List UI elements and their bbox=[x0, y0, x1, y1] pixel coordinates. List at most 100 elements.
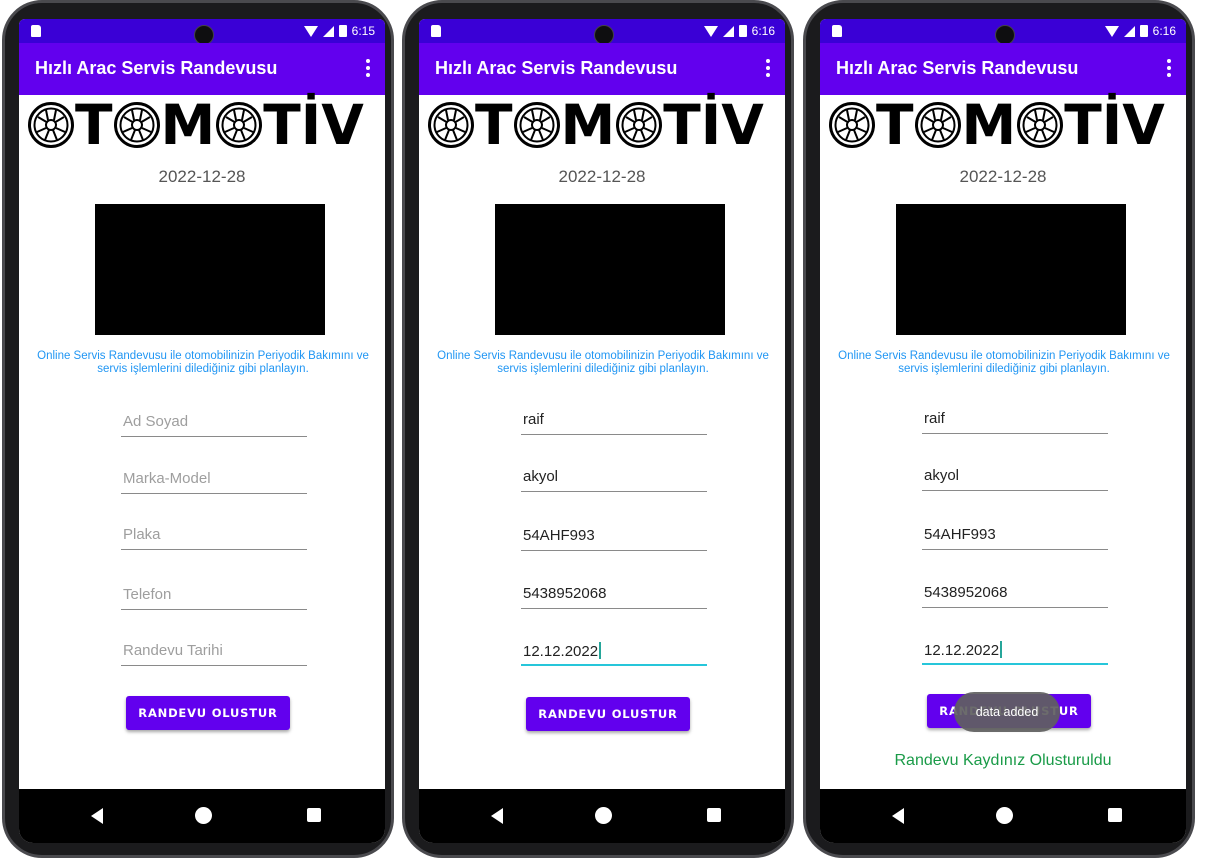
wheel-icon bbox=[28, 102, 74, 148]
navigation-bar bbox=[419, 789, 785, 843]
logo-letter: V bbox=[721, 93, 764, 157]
overflow-menu-icon[interactable] bbox=[365, 59, 371, 79]
logo-letter: M bbox=[961, 93, 1017, 157]
sd-card-icon bbox=[431, 25, 441, 37]
plate-input[interactable]: 54AHF993 bbox=[922, 522, 1108, 550]
appointment-date-input[interactable]: Randevu Tarihi bbox=[121, 638, 307, 666]
logo-letter: T bbox=[475, 93, 513, 157]
wheel-icon bbox=[1017, 102, 1064, 148]
name-input[interactable]: Ad Soyad bbox=[121, 409, 307, 437]
main-content: T M T İ V 2022-12-28 Online Servis Rande… bbox=[19, 95, 385, 789]
front-camera bbox=[194, 25, 214, 45]
create-appointment-button[interactable]: RANDEVU OLUSTUR bbox=[526, 697, 690, 731]
brand-model-input[interactable]: akyol bbox=[521, 464, 707, 492]
wifi-icon bbox=[1104, 25, 1119, 37]
toast-message: data added bbox=[954, 692, 1060, 732]
back-icon[interactable] bbox=[91, 808, 103, 824]
home-icon[interactable] bbox=[195, 807, 212, 824]
status-time: 6:16 bbox=[751, 24, 775, 38]
home-icon[interactable] bbox=[595, 807, 612, 824]
app-title: Hızlı Arac Servis Randevusu bbox=[35, 58, 278, 78]
description-text: Online Servis Randevusu ile otomobiliniz… bbox=[437, 350, 769, 375]
logo-letter: T bbox=[663, 93, 701, 157]
navigation-bar bbox=[19, 789, 385, 843]
recents-icon[interactable] bbox=[307, 808, 321, 822]
front-camera bbox=[995, 25, 1015, 45]
signal-icon bbox=[322, 25, 334, 37]
text-cursor bbox=[599, 642, 602, 659]
recents-icon[interactable] bbox=[1108, 808, 1122, 822]
name-input[interactable]: raif bbox=[922, 406, 1108, 434]
status-time: 6:15 bbox=[351, 24, 375, 38]
logo-letter: V bbox=[321, 93, 364, 157]
otomotiv-logo: T M T İ V bbox=[427, 93, 777, 157]
app-bar: Hızlı Arac Servis Randevusu bbox=[820, 43, 1186, 95]
phone-screen-2: 6:16 Hızlı Arac Servis Randevusu T M T İ… bbox=[419, 19, 785, 843]
app-bar: Hızlı Arac Servis Randevusu bbox=[19, 43, 385, 95]
current-date: 2022-12-28 bbox=[158, 167, 246, 186]
description-text: Online Servis Randevusu ile otomobiliniz… bbox=[37, 350, 369, 375]
appointment-date-input[interactable]: 12.12.2022 bbox=[922, 637, 1108, 665]
app-bar: Hızlı Arac Servis Randevusu bbox=[419, 43, 785, 95]
brand-model-input[interactable]: akyol bbox=[922, 463, 1108, 491]
create-appointment-button[interactable]: RANDEVU OLUSTUR bbox=[126, 696, 290, 730]
logo-letter: T bbox=[263, 93, 301, 157]
description-text: Online Servis Randevusu ile otomobiliniz… bbox=[838, 350, 1170, 375]
plate-input[interactable]: 54AHF993 bbox=[521, 523, 707, 551]
sd-card-icon bbox=[31, 25, 41, 37]
current-date: 2022-12-28 bbox=[558, 167, 646, 186]
battery-icon bbox=[738, 25, 747, 37]
status-bar: 6:16 bbox=[419, 19, 785, 45]
wheel-icon bbox=[616, 102, 663, 148]
signal-icon bbox=[722, 25, 734, 37]
signal-icon bbox=[1123, 25, 1135, 37]
logo-letter: İ bbox=[1101, 93, 1123, 157]
sd-card-icon bbox=[832, 25, 842, 37]
logo-letter: M bbox=[560, 93, 616, 157]
appointment-date-value: 12.12.2022 bbox=[523, 643, 599, 660]
logo-letter: İ bbox=[300, 93, 322, 157]
status-bar: 6:16 bbox=[820, 19, 1186, 45]
logo-letter: T bbox=[75, 93, 113, 157]
wheel-icon bbox=[829, 102, 875, 148]
battery-icon bbox=[338, 25, 347, 37]
phone-input[interactable]: 5438952068 bbox=[521, 581, 707, 609]
phone-input[interactable]: 5438952068 bbox=[922, 580, 1108, 608]
video-view[interactable] bbox=[95, 204, 325, 335]
overflow-menu-icon[interactable] bbox=[1166, 59, 1172, 79]
back-icon[interactable] bbox=[491, 808, 503, 824]
home-icon[interactable] bbox=[996, 807, 1013, 824]
appointment-date-input[interactable]: 12.12.2022 bbox=[521, 638, 707, 666]
phone-screen-1: 6:15 Hızlı Arac Servis Randevusu T M T İ… bbox=[19, 19, 385, 843]
video-view[interactable] bbox=[495, 204, 725, 335]
text-cursor bbox=[1000, 641, 1003, 658]
status-bar: 6:15 bbox=[19, 19, 385, 45]
app-title: Hızlı Arac Servis Randevusu bbox=[836, 58, 1079, 78]
logo-letter: T bbox=[1064, 93, 1102, 157]
phone-frame-2: 6:16 Hızlı Arac Servis Randevusu T M T İ… bbox=[402, 0, 794, 858]
logo-letter: T bbox=[876, 93, 914, 157]
wheel-icon bbox=[914, 102, 961, 148]
brand-model-input[interactable]: Marka-Model bbox=[121, 466, 307, 494]
phone-screen-3: 6:16 Hızlı Arac Servis Randevusu T M T İ… bbox=[820, 19, 1186, 843]
recents-icon[interactable] bbox=[707, 808, 721, 822]
wheel-icon bbox=[513, 102, 560, 148]
appointment-date-value: 12.12.2022 bbox=[924, 642, 1000, 659]
status-time: 6:16 bbox=[1152, 24, 1176, 38]
success-message: Randevu Kaydınız Olusturuldu bbox=[894, 752, 1112, 769]
wheel-icon bbox=[428, 102, 474, 148]
overflow-menu-icon[interactable] bbox=[765, 59, 771, 79]
wheel-icon bbox=[216, 102, 263, 148]
wifi-icon bbox=[303, 25, 318, 37]
phone-frame-1: 6:15 Hızlı Arac Servis Randevusu T M T İ… bbox=[2, 0, 394, 858]
name-input[interactable]: raif bbox=[521, 407, 707, 435]
logo-letter: İ bbox=[700, 93, 722, 157]
phone-input[interactable]: Telefon bbox=[121, 582, 307, 610]
front-camera bbox=[594, 25, 614, 45]
current-date: 2022-12-28 bbox=[959, 167, 1047, 186]
otomotiv-logo: T M T İ V bbox=[828, 93, 1178, 157]
plate-input[interactable]: Plaka bbox=[121, 522, 307, 550]
back-icon[interactable] bbox=[892, 808, 904, 824]
phone-frame-3: 6:16 Hızlı Arac Servis Randevusu T M T İ… bbox=[803, 0, 1195, 858]
video-view[interactable] bbox=[896, 204, 1126, 335]
